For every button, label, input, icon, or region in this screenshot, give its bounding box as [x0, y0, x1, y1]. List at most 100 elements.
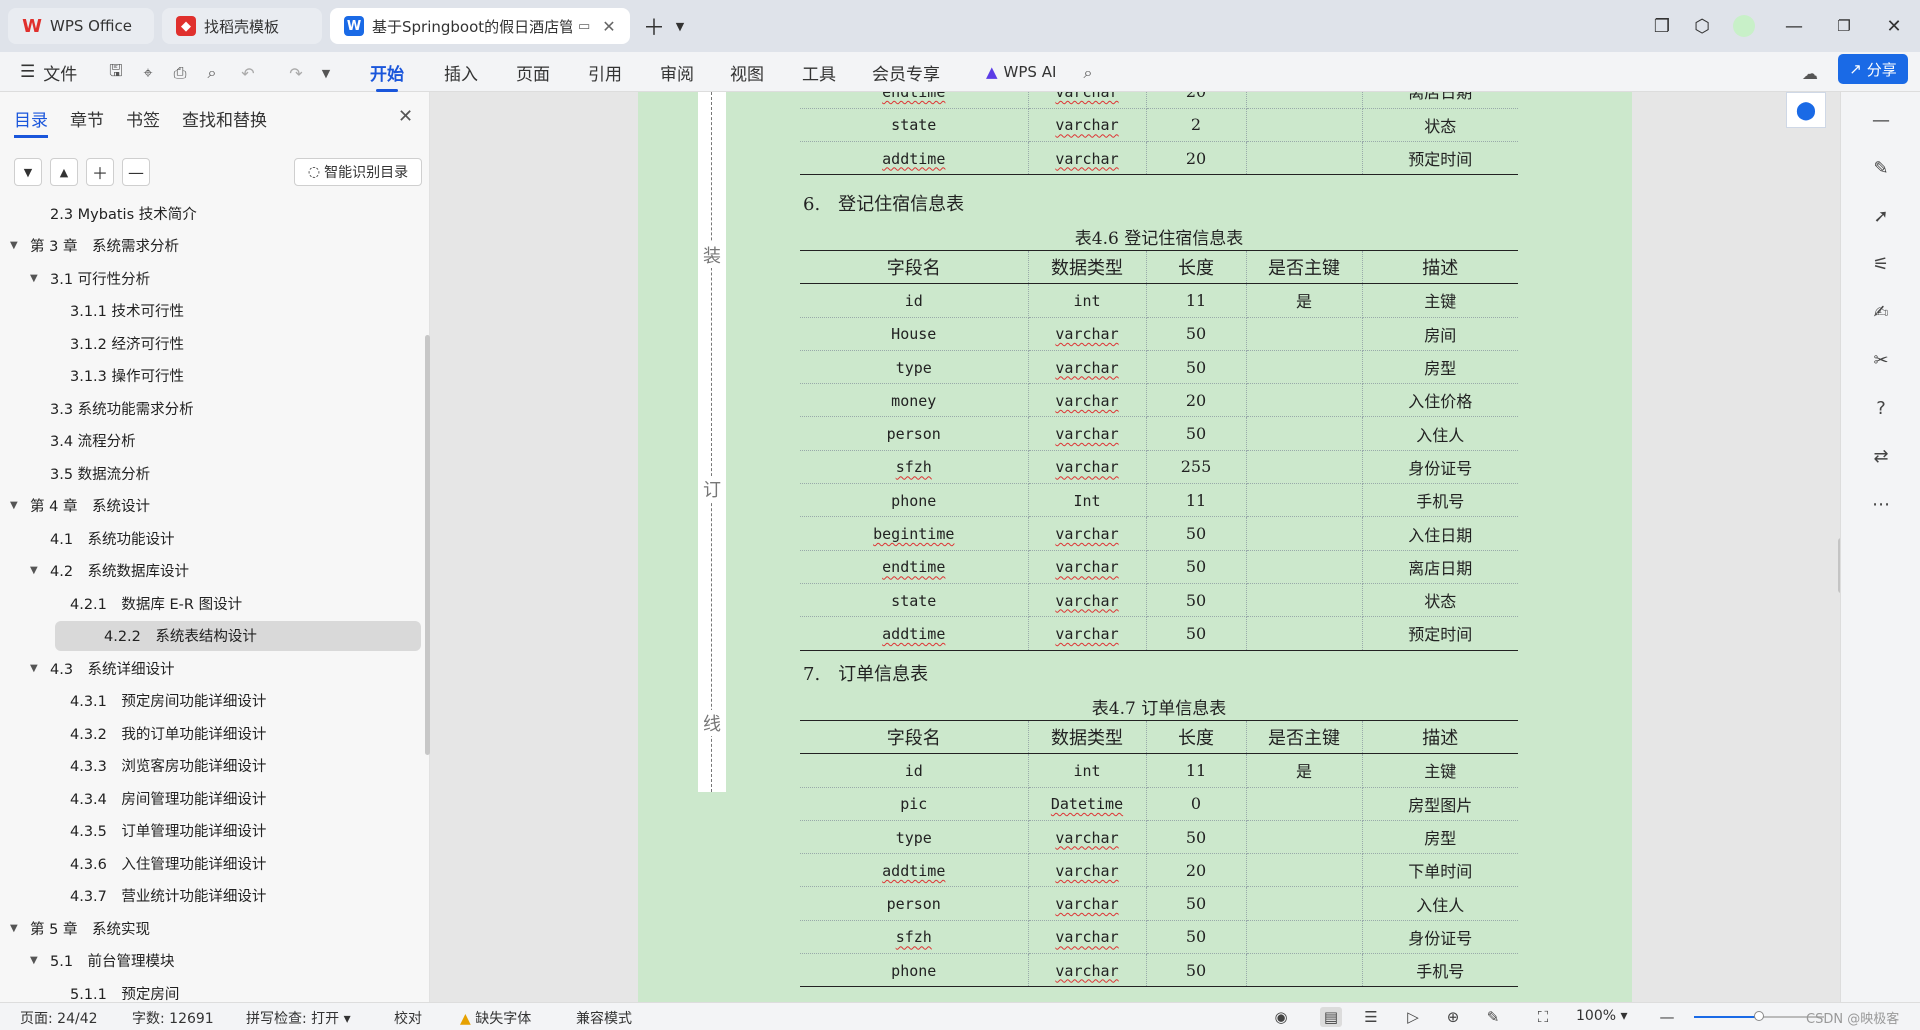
save-icon[interactable]: 🖫: [104, 61, 128, 85]
toc-item[interactable]: 3.1.3 操作可行性: [70, 361, 184, 391]
eye-icon[interactable]: ◉: [1270, 1007, 1292, 1027]
remove-heading-button[interactable]: —: [122, 158, 150, 186]
avatar[interactable]: [1730, 12, 1758, 40]
expand-arrow-icon[interactable]: ▼: [30, 663, 44, 674]
zoom-slider-thumb[interactable]: [1754, 1011, 1764, 1021]
menu-home[interactable]: 开始: [370, 58, 404, 92]
word-count[interactable]: 字数: 12691: [132, 1008, 214, 1028]
menu-insert[interactable]: 插入: [444, 58, 478, 86]
zoom-out-icon[interactable]: —: [1656, 1007, 1678, 1027]
toc-item[interactable]: 4.2.1 数据库 E-R 图设计: [70, 588, 242, 618]
toc-item[interactable]: 4.3.3 浏览客房功能详细设计: [70, 751, 266, 781]
expand-arrow-icon[interactable]: ▼: [10, 923, 24, 934]
toc-item[interactable]: 4.3.7 营业统计功能详细设计: [70, 881, 266, 911]
format-painter-icon[interactable]: ⌖: [136, 61, 160, 85]
monitor-icon[interactable]: ▭: [578, 19, 590, 34]
menu-review[interactable]: 审阅: [660, 58, 694, 86]
tab-docer-templates[interactable]: ◆ 找稻壳模板: [162, 8, 322, 44]
search-icon[interactable]: ⌕: [1076, 61, 1100, 85]
play-icon[interactable]: ▷: [1402, 1007, 1424, 1027]
tab-bookmarks[interactable]: 书签: [126, 106, 160, 131]
redo-icon[interactable]: ↷: [284, 61, 308, 85]
expand-down-button[interactable]: ▼: [14, 158, 42, 186]
toc-item[interactable]: ▼ 5.1 前台管理模块: [30, 946, 175, 976]
print-icon[interactable]: ⎙: [168, 61, 192, 85]
window-close-icon[interactable]: ✕: [1880, 12, 1908, 40]
toc-item[interactable]: 4.3.1 预定房间功能详细设计: [70, 686, 266, 716]
new-tab-plus-icon[interactable]: ＋: [640, 12, 668, 41]
more-icon[interactable]: ⋯: [1867, 490, 1895, 518]
toc-item[interactable]: ▼ 4.3 系统详细设计: [30, 653, 175, 683]
menu-page[interactable]: 页面: [516, 58, 550, 86]
toc-item[interactable]: 3.3 系统功能需求分析: [50, 393, 194, 423]
expand-arrow-icon[interactable]: ▼: [30, 955, 44, 966]
document-canvas[interactable]: 装 订 线 endtime varchar 20 离店日期 state varchar 2 状…: [430, 92, 1840, 1002]
toc-item[interactable]: ▼ 3.1 可行性分析: [30, 263, 150, 293]
toc-item[interactable]: 4.3.6 入住管理功能详细设计: [70, 848, 266, 878]
tools-icon[interactable]: ✂: [1867, 346, 1895, 374]
tab-wps-office[interactable]: W WPS Office: [8, 8, 154, 44]
more-chevron-icon[interactable]: ▼: [314, 61, 338, 85]
fit-screen-icon[interactable]: ⛶: [1532, 1007, 1554, 1027]
tab-find-replace[interactable]: 查找和替换: [182, 106, 267, 131]
minus-icon[interactable]: —: [1867, 106, 1895, 134]
restore-icon[interactable]: ❐: [1830, 12, 1858, 40]
translate-icon[interactable]: ⇄: [1867, 442, 1895, 470]
close-icon[interactable]: ✕: [602, 17, 615, 36]
zoom-level[interactable]: 100% ▾: [1576, 1008, 1628, 1024]
cloud-icon[interactable]: ☁: [1798, 61, 1822, 85]
toc-item[interactable]: 3.4 流程分析: [50, 426, 136, 456]
web-view-icon[interactable]: ⊕: [1442, 1007, 1464, 1027]
menu-view[interactable]: 视图: [730, 58, 764, 86]
close-panel-icon[interactable]: ✕: [398, 106, 413, 127]
toc-item[interactable]: 3.5 数据流分析: [50, 458, 150, 488]
undo-icon[interactable]: ↶: [236, 61, 260, 85]
collapse-up-button[interactable]: ▲: [50, 158, 78, 186]
file-menu[interactable]: ☰ 文件: [20, 58, 77, 86]
tab-toc[interactable]: 目录: [14, 106, 48, 138]
toc-item[interactable]: 4.3.2 我的订单功能详细设计: [70, 718, 266, 748]
menu-tools[interactable]: 工具: [802, 58, 836, 86]
minimize-icon[interactable]: —: [1780, 12, 1808, 40]
toc-item[interactable]: 5.1.1 预定房间: [70, 978, 179, 1003]
zoom-slider-track[interactable]: [1694, 1011, 1824, 1021]
tab-chapters[interactable]: 章节: [70, 106, 104, 131]
sliders-icon[interactable]: ⚟: [1867, 250, 1895, 278]
help-icon[interactable]: ?: [1867, 394, 1895, 422]
toc-item[interactable]: 4.2.2 系统表结构设计: [55, 620, 421, 651]
toc-item[interactable]: 3.1.2 经济可行性: [70, 328, 184, 358]
cube-icon[interactable]: ⬡: [1688, 12, 1716, 40]
add-heading-button[interactable]: ＋: [86, 158, 114, 186]
wps-ai-button[interactable]: ▲ WPS AI: [986, 58, 1056, 86]
expand-arrow-icon[interactable]: ▼: [30, 565, 44, 576]
toc-item[interactable]: ▼ 第 5 章 系统实现: [10, 913, 150, 943]
toc-item[interactable]: ▼ 第 3 章 系统需求分析: [10, 231, 179, 261]
menu-member[interactable]: 会员专享: [872, 58, 940, 86]
chevron-down-icon[interactable]: ▼: [666, 12, 694, 40]
outline-view-icon[interactable]: ☰: [1360, 1007, 1382, 1027]
expand-arrow-icon[interactable]: ▼: [30, 273, 44, 284]
location-pin-icon[interactable]: ⬤: [1786, 92, 1826, 128]
proofread-button[interactable]: 校对: [394, 1008, 422, 1028]
spell-check-toggle[interactable]: 拼写检查: 打开 ▾: [246, 1008, 351, 1028]
toc-item[interactable]: 3.1.1 技术可行性: [70, 296, 184, 326]
missing-font-button[interactable]: ▲ 缺失字体: [460, 1008, 531, 1028]
page-view-icon[interactable]: ▤: [1320, 1007, 1342, 1027]
print-preview-icon[interactable]: ⌕: [200, 61, 224, 85]
sign-icon[interactable]: ✍: [1867, 298, 1895, 326]
pen-icon[interactable]: ✎: [1867, 154, 1895, 182]
document-page[interactable]: 装 订 线 endtime varchar 20 离店日期 state varchar 2 状…: [638, 92, 1632, 1002]
page-indicator[interactable]: 页面: 24/42: [20, 1008, 98, 1028]
expand-arrow-icon[interactable]: ▼: [10, 500, 24, 511]
window-layout-icon[interactable]: ❐: [1648, 12, 1676, 40]
toc-item[interactable]: 4.1 系统功能设计: [50, 523, 175, 553]
toc-item[interactable]: 2.3 Mybatis 技术简介: [50, 200, 197, 228]
toc-item[interactable]: ▼ 4.2 系统数据库设计: [30, 556, 189, 586]
cursor-icon[interactable]: ➚: [1867, 202, 1895, 230]
share-button[interactable]: ↗ 分享: [1838, 54, 1908, 84]
toc-item[interactable]: 4.3.4 房间管理功能详细设计: [70, 783, 266, 813]
toc-item[interactable]: ▼ 第 4 章 系统设计: [10, 491, 150, 521]
menu-references[interactable]: 引用: [588, 58, 622, 86]
toc-item[interactable]: 4.3.5 订单管理功能详细设计: [70, 816, 266, 846]
smart-toc-button[interactable]: ◌ 智能识别目录: [294, 158, 422, 186]
